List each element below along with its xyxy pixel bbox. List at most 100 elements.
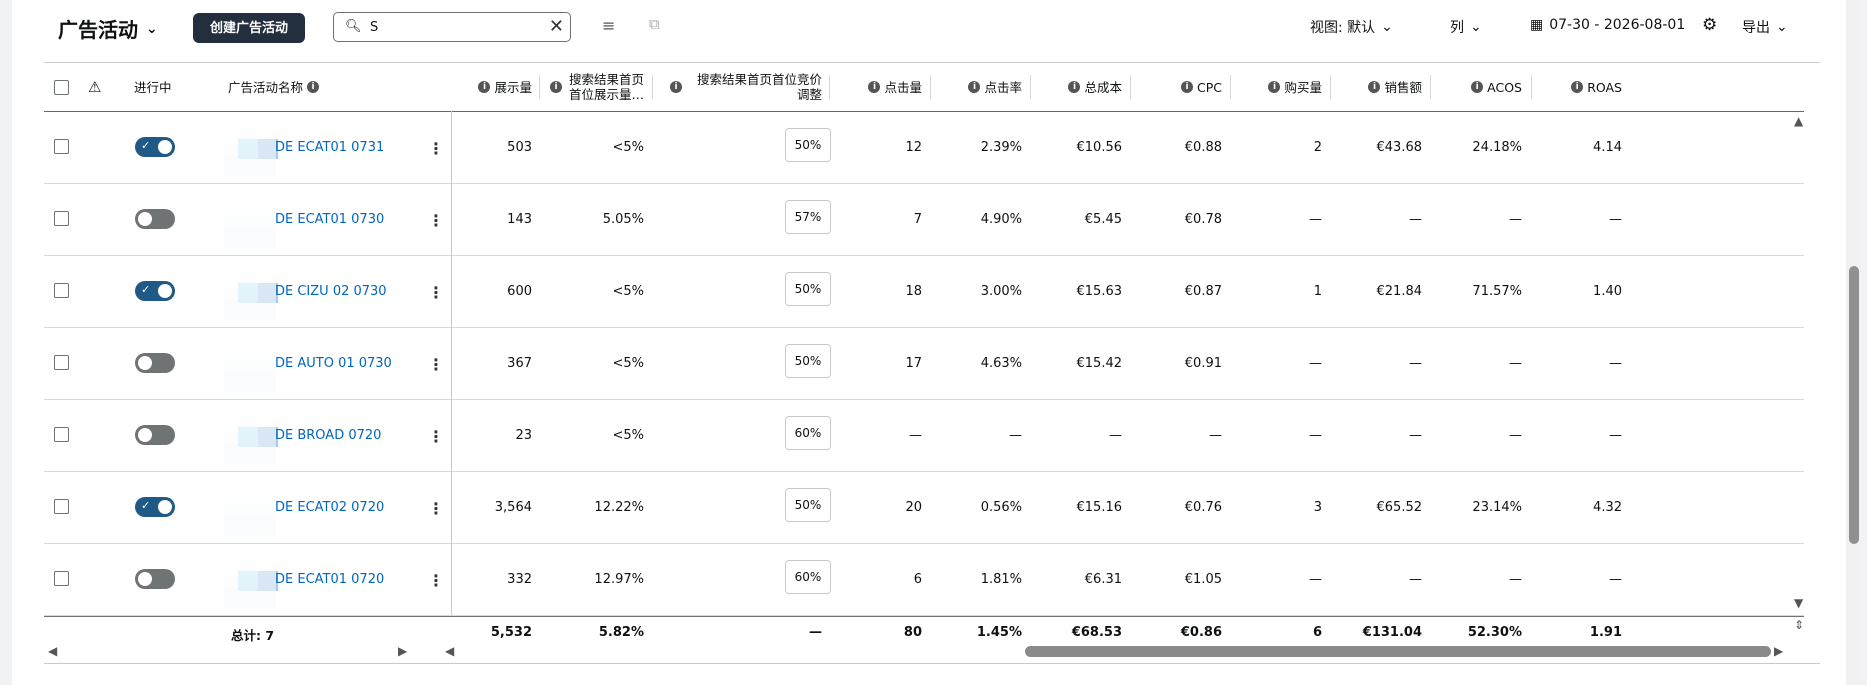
- redaction-mask: [224, 409, 276, 464]
- cell-clicks: 12: [905, 139, 922, 155]
- redaction-mask: [224, 265, 276, 320]
- status-toggle[interactable]: [135, 209, 175, 229]
- cell-sales: —: [1409, 571, 1422, 587]
- tos-bid-input[interactable]: 60%: [785, 560, 831, 594]
- copy-icon[interactable]: ⧉: [649, 15, 660, 33]
- totals-scroll-arrows[interactable]: ⇕: [1794, 618, 1804, 632]
- status-toggle[interactable]: [135, 569, 175, 589]
- more-options-icon[interactable]: ⋮: [428, 355, 444, 374]
- status-toggle[interactable]: ✓: [135, 281, 175, 301]
- info-icon[interactable]: i: [670, 81, 682, 93]
- export-dropdown[interactable]: 导出 ⌄: [1742, 17, 1788, 37]
- campaign-name-link[interactable]: DE ECAT01 0730: [275, 212, 384, 227]
- col-tos-bid[interactable]: i 搜索结果首页首位竞价调整: [658, 63, 822, 111]
- divider: [1430, 75, 1431, 99]
- row-checkbox[interactable]: [54, 427, 69, 442]
- col-tos-share[interactable]: i 搜索结果首页首位展示量…: [544, 63, 644, 111]
- cell-tos_share: 12.22%: [594, 499, 644, 515]
- total-sales: €131.04: [1362, 624, 1422, 640]
- info-icon[interactable]: i: [307, 81, 320, 93]
- toggle-knob: [158, 140, 172, 154]
- info-icon[interactable]: i: [868, 81, 881, 93]
- campaign-name-link[interactable]: DE ECAT01 0731: [275, 140, 384, 155]
- scroll-up-arrow[interactable]: ▲: [1794, 114, 1803, 128]
- campaign-name-link[interactable]: DE ECAT01 0720: [275, 572, 384, 587]
- date-range-picker[interactable]: ▦ 07-30 - 2026-08-01: [1530, 17, 1685, 33]
- info-icon[interactable]: i: [1368, 81, 1381, 93]
- col-cost[interactable]: i 总成本: [1034, 63, 1122, 111]
- col-clicks-label: 点击量: [884, 79, 922, 95]
- col-ctr[interactable]: i 点击率: [934, 63, 1022, 111]
- row-checkbox[interactable]: [54, 139, 69, 154]
- tos-bid-input[interactable]: 50%: [785, 344, 831, 378]
- more-options-icon[interactable]: ⋮: [428, 499, 444, 518]
- cell-tos_share: 5.05%: [602, 211, 644, 227]
- filter-icon[interactable]: ≡: [602, 16, 615, 35]
- more-options-icon[interactable]: ⋮: [428, 427, 444, 446]
- col-acos-label: ACOS: [1487, 79, 1522, 95]
- col-clicks[interactable]: i 点击量: [834, 63, 922, 111]
- col-cpc[interactable]: i CPC: [1134, 63, 1222, 111]
- status-toggle[interactable]: ✓: [135, 497, 175, 517]
- more-options-icon[interactable]: ⋮: [428, 211, 444, 230]
- tos-bid-input[interactable]: 57%: [785, 200, 831, 234]
- view-dropdown[interactable]: 视图: 默认 ⌄: [1310, 17, 1393, 37]
- horizontal-scrollbar-thumb[interactable]: [1025, 646, 1771, 657]
- more-options-icon[interactable]: ⋮: [428, 571, 444, 590]
- create-campaign-button[interactable]: 创建广告活动: [193, 13, 306, 43]
- cell-cpc: €0.76: [1184, 499, 1222, 515]
- warning-icon: ⚠: [88, 77, 102, 96]
- tos-bid-input[interactable]: 60%: [785, 416, 831, 450]
- scroll-down-arrow[interactable]: ▼: [1794, 596, 1803, 610]
- scroll-right-arrow[interactable]: ▶: [1774, 644, 1783, 658]
- col-acos[interactable]: i ACOS: [1434, 63, 1522, 111]
- scroll-left-arrow[interactable]: ◀: [445, 644, 454, 658]
- row-checkbox[interactable]: [54, 355, 69, 370]
- clear-search-icon[interactable]: ✕: [549, 16, 564, 37]
- col-impressions[interactable]: i 展示量: [452, 63, 532, 111]
- columns-dropdown[interactable]: 列 ⌄: [1450, 17, 1482, 37]
- cell-impressions: 367: [507, 355, 532, 371]
- more-options-icon[interactable]: ⋮: [428, 139, 444, 158]
- row-checkbox[interactable]: [54, 283, 69, 298]
- campaign-name-link[interactable]: DE ECAT02 0720: [275, 500, 384, 515]
- info-icon[interactable]: i: [1068, 81, 1081, 93]
- status-toggle[interactable]: ✓: [135, 137, 175, 157]
- toggle-knob: [158, 284, 172, 298]
- col-name[interactable]: 广告活动名称 i: [228, 63, 428, 111]
- info-icon[interactable]: i: [478, 81, 491, 93]
- tos-bid-input[interactable]: 50%: [785, 488, 831, 522]
- campaign-name-link[interactable]: DE AUTO 01 0730: [275, 356, 392, 371]
- campaign-name-link[interactable]: DE CIZU 02 0730: [275, 284, 387, 299]
- more-options-icon[interactable]: ⋮: [428, 283, 444, 302]
- tos-bid-input[interactable]: 50%: [785, 128, 831, 162]
- page-title[interactable]: 广告活动 ⌄: [58, 14, 158, 43]
- row-checkbox[interactable]: [54, 571, 69, 586]
- info-icon[interactable]: i: [1571, 81, 1584, 93]
- col-purchases[interactable]: i 购买量: [1234, 63, 1322, 111]
- divider: [1531, 75, 1532, 99]
- info-icon[interactable]: i: [1471, 81, 1484, 93]
- info-icon[interactable]: i: [968, 81, 981, 93]
- gear-icon[interactable]: ⚙: [1702, 15, 1717, 35]
- tos-bid-input[interactable]: 50%: [785, 272, 831, 306]
- status-toggle[interactable]: [135, 353, 175, 373]
- total-impressions: 5,532: [490, 624, 532, 640]
- info-icon[interactable]: i: [550, 81, 562, 93]
- scroll-left-arrow-frozen[interactable]: ◀: [48, 644, 57, 658]
- search-input[interactable]: 🔍︎ S ✕: [333, 12, 571, 42]
- col-active[interactable]: 进行中: [134, 63, 204, 111]
- col-sales[interactable]: i 销售额: [1334, 63, 1422, 111]
- status-toggle[interactable]: [135, 425, 175, 445]
- check-icon: ✓: [141, 499, 151, 512]
- page-scrollbar-thumb[interactable]: [1849, 266, 1859, 544]
- select-all-checkbox[interactable]: [54, 80, 69, 95]
- row-checkbox[interactable]: [54, 211, 69, 226]
- total-acos: 52.30%: [1467, 624, 1522, 640]
- scroll-right-arrow-frozen[interactable]: ▶: [398, 644, 407, 658]
- info-icon[interactable]: i: [1268, 81, 1281, 93]
- campaign-name-link[interactable]: DE BROAD 0720: [275, 428, 381, 443]
- info-icon[interactable]: i: [1181, 81, 1193, 93]
- col-roas[interactable]: i ROAS: [1534, 63, 1622, 111]
- row-checkbox[interactable]: [54, 499, 69, 514]
